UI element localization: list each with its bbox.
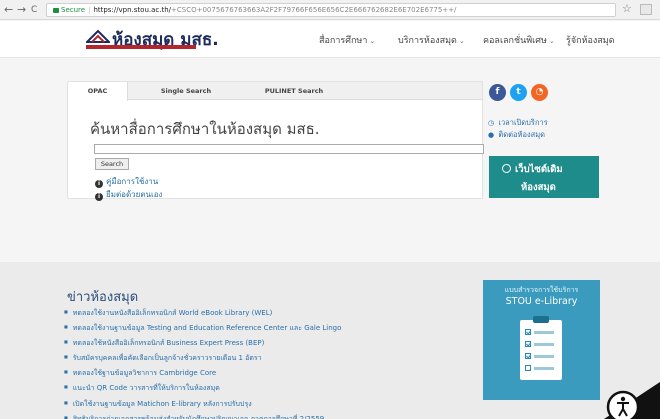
back-button[interactable]: ←: [4, 3, 13, 17]
url-host: https://vpn.stou.ac.th/: [93, 6, 172, 14]
old-website-line1: เว็บไซต์เดิม: [502, 162, 563, 177]
search-panel: OPAC Single Search PULINET Search ค้นหาส…: [67, 81, 484, 201]
tab-opac[interactable]: OPAC: [68, 82, 128, 101]
news-item[interactable]: ทดลองใช้งานหนังสืออิเล็กทรอนิกส์ World e…: [64, 305, 341, 320]
address-separator: |: [88, 6, 91, 14]
opening-hours-label: เวลาเปิดบริการ: [498, 118, 548, 127]
browser-toolbar: ← → C Secure | https://vpn.stou.ac.th/+CSC…: [0, 0, 660, 20]
opening-hours-link[interactable]: ◷ เวลาเปิดบริการ: [488, 117, 548, 129]
clipboard-line: [534, 331, 554, 334]
info-icon: i: [95, 180, 103, 188]
chevron-down-icon: ⌄: [548, 37, 555, 45]
self-renew-link-label: ยืมต่อด้วยตนเอง: [106, 190, 163, 199]
news-list: ทดลองใช้งานหนังสืออิเล็กทรอนิกส์ World e…: [64, 305, 342, 419]
star-icon[interactable]: ☆: [622, 2, 632, 15]
news-item[interactable]: ทดลองใช้หนังสืออิเล็กทรอนิกส์ Business E…: [64, 335, 341, 350]
manual-link-label: คู่มือการใช้งาน: [106, 177, 159, 186]
old-website-label: เว็บไซต์เดิม: [515, 164, 563, 175]
checkbox-checked-icon: [525, 329, 531, 335]
survey-subtitle: แบบสำรวจการใช้บริการ: [504, 286, 579, 294]
menu-special-collections[interactable]: คอลเลกชั่นพิเศษ ⌄: [483, 33, 555, 47]
news-title: ข่าวห้องสมุด: [67, 290, 139, 305]
tab-pulinet-search[interactable]: PULINET Search: [244, 82, 344, 100]
menu-label: สื่อการศึกษา: [319, 36, 368, 46]
manual-link[interactable]: i คู่มือการใช้งาน: [95, 175, 158, 188]
logo-strip: [86, 45, 196, 49]
forward-button[interactable]: →: [17, 3, 26, 17]
self-renew-link[interactable]: i ยืมต่อด้วยตนเอง: [95, 188, 162, 201]
spacer-band: [0, 218, 660, 262]
old-website-button[interactable]: เว็บไซต์เดิม ห้องสมุด: [489, 156, 599, 198]
secure-label: Secure: [61, 6, 86, 14]
extension-icon[interactable]: [640, 4, 652, 15]
clipboard-line: [534, 343, 554, 346]
news-item[interactable]: เปิดใช้งานฐานข้อมูล Matichon E-library ห…: [64, 396, 341, 411]
old-website-line2: ห้องสมุด: [521, 182, 556, 193]
facebook-icon[interactable]: f: [489, 84, 506, 101]
clipboard-line: [534, 355, 554, 358]
checkbox-icon: [525, 365, 531, 371]
news-item[interactable]: รับสมัครบุคคลเพื่อคัดเลือกเป็นลูกจ้างชั่…: [64, 350, 341, 365]
reload-button[interactable]: C: [31, 3, 37, 17]
clipboard-icon: [520, 316, 562, 380]
menu-education-media[interactable]: สื่อการศึกษา ⌄: [319, 33, 375, 47]
menu-about-library[interactable]: รู้จักห้องสมุด: [566, 33, 615, 47]
checkbox-checked-icon: [525, 353, 531, 359]
menu-label: บริการห้องสมุด: [398, 36, 457, 46]
lock-icon: [53, 8, 59, 13]
url-path: +CSCO+0075676763663A2F2F79766F656E656C2E…: [171, 6, 457, 14]
search-button[interactable]: Search: [95, 158, 129, 170]
news-item[interactable]: ทดลองใช้งานฐานข้อมูล Testing and Educati…: [64, 320, 342, 335]
rss-icon[interactable]: ◔: [531, 84, 548, 101]
twitter-icon[interactable]: t: [510, 84, 527, 101]
menu-label: คอลเลกชั่นพิเศษ: [483, 36, 547, 46]
address-bar[interactable]: Secure | https://vpn.stou.ac.th/+CSCO+0075…: [46, 3, 616, 17]
survey-banner[interactable]: แบบสำรวจการใช้บริการ STOU e-Library: [483, 280, 600, 400]
search-title: ค้นหาสื่อการศึกษาในห้องสมุด มสธ.: [90, 120, 320, 138]
contact-library-label: ติดต่อห้องสมุด: [498, 130, 546, 139]
news-item[interactable]: แนะนำ QR Code วารสารที่ให้บริการในห้องสม…: [64, 380, 341, 395]
news-item[interactable]: ทดลองใช้ฐานข้อมูลวิชาการ Cambridge Core: [64, 365, 341, 380]
checkbox-checked-icon: [525, 341, 531, 347]
search-input[interactable]: [94, 144, 484, 154]
search-tabs: OPAC Single Search PULINET Search: [68, 82, 482, 101]
info-icon: i: [95, 193, 103, 201]
news-item[interactable]: สิทธิบริการถ่ายเอกสารพร้อมส่งสำหรับนักศึ…: [64, 411, 341, 419]
clipboard-clip: [533, 316, 549, 323]
clock-icon: ◷: [488, 119, 495, 127]
contact-library-link[interactable]: ● ติดต่อห้องสมุด: [488, 129, 545, 141]
menu-library-services[interactable]: บริการห้องสมุด ⌄: [398, 33, 465, 47]
site-header: ห้องสมุด มสธ. สื่อการศึกษา ⌄ บริการห้องสม…: [0, 21, 660, 58]
chat-icon: ●: [488, 131, 495, 139]
logo-mark-icon: [86, 29, 110, 43]
accessibility-icon[interactable]: [590, 376, 660, 419]
clipboard-line: [534, 367, 554, 370]
survey-title: STOU e-Library: [505, 296, 578, 307]
chevron-down-icon: ⌄: [369, 37, 376, 45]
globe-icon: [502, 164, 511, 173]
tab-single-search[interactable]: Single Search: [146, 82, 226, 100]
chevron-down-icon: ⌄: [458, 37, 465, 45]
